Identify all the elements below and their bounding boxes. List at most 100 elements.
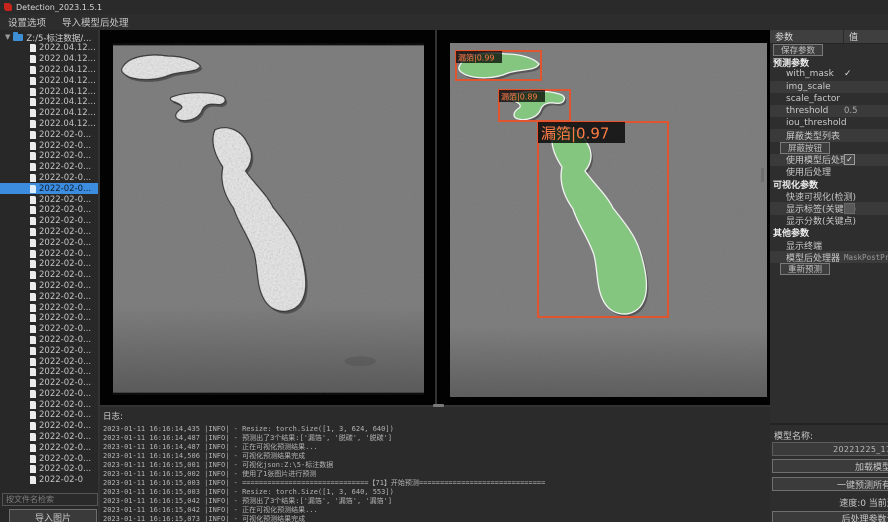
param-row[interactable]: 屏蔽类型列表 <box>770 129 888 141</box>
tree-item[interactable]: 2022-02-0... <box>0 302 98 313</box>
tree-item[interactable]: 2022.04.12... <box>0 43 98 54</box>
vertical-splitter-handle[interactable] <box>761 168 764 182</box>
log-line: 2023-01-11 16:16:14,506 |INFO| - 可视化预测结果… <box>100 452 770 461</box>
tree-item[interactable]: 2022-02-0... <box>0 183 98 194</box>
param-label: 快速可视化(检测) <box>770 190 856 203</box>
tree-item[interactable]: 2022-02-0... <box>0 378 98 389</box>
raw-image-panel[interactable] <box>100 30 435 405</box>
tree-item[interactable]: 2022-02-0... <box>0 399 98 410</box>
import-images-button[interactable]: 导入图片 <box>9 509 97 522</box>
tree-item[interactable]: 2022-02-0... <box>0 410 98 421</box>
tree-item[interactable]: 2022-02-0... <box>0 216 98 227</box>
param-button[interactable]: 屏蔽按钮 <box>780 142 830 154</box>
param-button[interactable]: 保存参数 <box>773 44 823 56</box>
log-line: 2023-01-11 16:16:15,001 |INFO| - 可视化json… <box>100 461 770 470</box>
parameters-header: 参数 值 <box>770 30 888 44</box>
param-row[interactable]: 显示终端 <box>770 239 888 251</box>
tree-item[interactable]: 2022-02-0... <box>0 259 98 270</box>
model-name-field[interactable]: 20221225_174813 <box>772 442 888 456</box>
tree-item[interactable]: 2022-02-0... <box>0 432 98 443</box>
search-input[interactable] <box>2 493 98 506</box>
param-row[interactable]: iou_threshold <box>770 117 888 129</box>
tree-item[interactable]: 2022-02-0... <box>0 345 98 356</box>
tree-item-list: 2022.04.12... 2022.04.12... 2022.04.12..… <box>0 43 98 486</box>
tree-item[interactable]: 2022-02-0... <box>0 227 98 238</box>
tree-item[interactable]: 2022-02-0... <box>0 464 98 475</box>
param-row[interactable]: 快速可视化(检测) <box>770 190 888 202</box>
param-button[interactable]: 重新预测 <box>780 263 830 275</box>
prediction-image-panel[interactable]: 漏箔|0.99 漏箔|0.89 漏箔|0.97 <box>437 30 770 405</box>
file-icon <box>30 66 36 74</box>
tree-item[interactable]: 2022-02-0... <box>0 389 98 400</box>
log-title: 日志: <box>100 407 770 425</box>
tree-item-label: 2022.04.12... <box>39 97 96 107</box>
tree-item[interactable]: 2022-02-0... <box>0 291 98 302</box>
param-row[interactable]: 屏蔽按钮 <box>770 142 888 154</box>
param-row[interactable]: 使用后处理 <box>770 166 888 178</box>
tree-item[interactable]: 2022-02-0... <box>0 248 98 259</box>
tree-item[interactable]: 2022-02-0... <box>0 356 98 367</box>
file-icon <box>30 476 36 484</box>
tree-root-folder[interactable]: ▼ Z:/5-标注数据/... <box>0 32 98 43</box>
tree-item[interactable]: 2022-02-0... <box>0 270 98 281</box>
postprocess-settings-button[interactable]: 后处理参数设置 <box>772 511 888 522</box>
tree-item[interactable]: 2022-02-0... <box>0 442 98 453</box>
tree-item[interactable]: 2022-02-0... <box>0 335 98 346</box>
param-row[interactable]: threshold 0.5 <box>770 105 888 117</box>
param-row[interactable]: 重新预测 <box>770 263 888 275</box>
param-row[interactable]: 预测参数 <box>770 56 888 68</box>
tree-item[interactable]: 2022-02-0... <box>0 151 98 162</box>
param-row[interactable]: with_mask ✓ <box>770 68 888 80</box>
tree-item[interactable]: 2022-02-0... <box>0 205 98 216</box>
file-icon <box>30 44 36 52</box>
param-value[interactable] <box>844 203 855 214</box>
tree-item[interactable]: 2022-02-0... <box>0 129 98 140</box>
tree-item[interactable]: 2022-02-0 <box>0 475 98 486</box>
param-row[interactable]: 模型后处理器 MaskPostPro <box>770 251 888 263</box>
param-row[interactable]: 使用模型后处理 ✓ <box>770 154 888 166</box>
param-row[interactable]: 其他参数 <box>770 227 888 239</box>
param-value[interactable]: 0.5 <box>844 106 858 116</box>
tree-item[interactable]: 2022-02-0... <box>0 162 98 173</box>
tree-item[interactable]: 2022.04.12... <box>0 108 98 119</box>
tree-item[interactable]: 2022-02-0... <box>0 281 98 292</box>
param-row[interactable]: 可视化参数 <box>770 178 888 190</box>
param-row[interactable]: 保存参数 <box>770 44 888 56</box>
log-console[interactable]: 日志: 2023-01-11 16:16:14,435 |INFO| - Res… <box>100 407 770 522</box>
predict-all-button[interactable]: 一键预测所有图片 <box>772 477 888 491</box>
tree-item[interactable]: 2022-02-0... <box>0 194 98 205</box>
menu-import-postprocess[interactable]: 导入模型后处理 <box>62 15 129 29</box>
tree-item[interactable]: 2022.04.12... <box>0 119 98 130</box>
param-label: 显示终端 <box>770 239 822 252</box>
file-icon <box>30 422 36 430</box>
param-row[interactable]: 显示标签(关键点) <box>770 202 888 214</box>
tree-item[interactable]: 2022.04.12... <box>0 75 98 86</box>
tree-item-label: 2022-02-0... <box>39 400 91 410</box>
param-value[interactable]: ✓ <box>844 154 855 165</box>
param-row[interactable]: 显示分数(关键点) <box>770 215 888 227</box>
menu-settings[interactable]: 设置选项 <box>8 15 46 29</box>
tree-item[interactable]: 2022-02-0... <box>0 421 98 432</box>
tree-item[interactable]: 2022-02-0... <box>0 367 98 378</box>
tree-item[interactable]: 2022-02-0... <box>0 237 98 248</box>
file-icon <box>30 390 36 398</box>
param-label: 使用后处理 <box>770 165 831 178</box>
param-row[interactable]: img_scale <box>770 81 888 93</box>
tree-item[interactable]: 2022.04.12... <box>0 97 98 108</box>
param-row[interactable]: scale_factor <box>770 93 888 105</box>
param-label: 使用模型后处理 <box>770 153 849 166</box>
tree-item[interactable]: 2022.04.12... <box>0 65 98 76</box>
param-value[interactable]: MaskPostPro <box>844 253 888 262</box>
tree-item[interactable]: 2022.04.12... <box>0 86 98 97</box>
tree-item[interactable]: 2022-02-0... <box>0 324 98 335</box>
tree-item[interactable]: 2022-02-0... <box>0 173 98 184</box>
log-line: 2023-01-11 16:16:15,002 |INFO| - 使用了1张图片… <box>100 470 770 479</box>
file-tree: ▼ Z:/5-标注数据/... 2022.04.12... 2022.04.12… <box>0 32 98 488</box>
tree-item[interactable]: 2022.04.12... <box>0 54 98 65</box>
tree-item[interactable]: 2022-02-0... <box>0 313 98 324</box>
param-value[interactable]: ✓ <box>844 69 852 79</box>
load-model-button[interactable]: 加载模型 <box>772 459 888 473</box>
tree-item[interactable]: 2022-02-0... <box>0 140 98 151</box>
tree-item-label: 2022-02-0... <box>39 303 91 313</box>
tree-item[interactable]: 2022-02-0... <box>0 453 98 464</box>
